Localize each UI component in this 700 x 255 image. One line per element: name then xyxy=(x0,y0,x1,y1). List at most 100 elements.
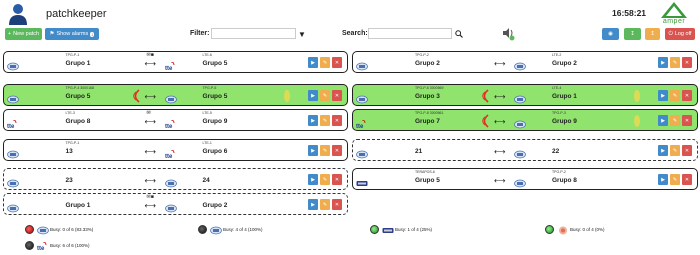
edit-button[interactable]: ✎ xyxy=(670,57,680,68)
delete-button[interactable]: ✕ xyxy=(682,145,692,156)
app-title: patchkeeper xyxy=(46,8,107,20)
plus-icon: + xyxy=(7,31,12,37)
play-button[interactable]: ▶ xyxy=(308,57,318,68)
trash-icon: ✕ xyxy=(334,147,340,154)
play-button[interactable]: ▶ xyxy=(658,174,668,185)
edit-button[interactable]: ✎ xyxy=(320,145,330,156)
link-arrow-icon: ⟷ xyxy=(494,117,506,126)
play-button[interactable]: ▶ xyxy=(308,115,318,126)
edit-icon: ✎ xyxy=(322,147,328,154)
edit-button[interactable]: ✎ xyxy=(320,115,330,126)
edit-button[interactable]: ✎ xyxy=(320,57,330,68)
resource-b-name: Grupo 1 xyxy=(552,93,577,100)
patch-card[interactable]: TPG-P-1 13 ⟷ tte LTE-1 Grupo 6 ▶ ✎ ✕ xyxy=(3,139,348,161)
play-button[interactable]: ▶ xyxy=(658,145,668,156)
tte-resource-icon: tte xyxy=(356,116,368,130)
play-button[interactable]: ▶ xyxy=(658,90,668,101)
link-arrow-icon: ⟷ xyxy=(494,176,506,185)
patch-card[interactable]: TPG-P-2 Grupo 2 ⟷ LTE-2 Grupo 2 ▶ ✎ ✕ xyxy=(352,51,698,73)
download-icon: ↧ xyxy=(630,31,635,37)
funnel-icon[interactable]: ▼ xyxy=(298,30,306,39)
show-alarms-button[interactable]: ⚑ Show alarms 1 xyxy=(45,28,99,40)
new-patch-button[interactable]: + New patch xyxy=(5,28,42,40)
activity-glow-icon xyxy=(634,90,640,102)
svg-text:tte: tte xyxy=(165,154,173,159)
edit-icon: ✎ xyxy=(672,176,678,183)
delete-button[interactable]: ✕ xyxy=(682,115,692,126)
resource-b-name: Grupo 2 xyxy=(202,202,228,209)
legend-busy-text: Busy: 0 of 6 (83.33%) xyxy=(50,227,94,232)
trash-icon: ✕ xyxy=(334,176,340,183)
edit-button[interactable]: ✎ xyxy=(320,199,330,210)
brand-logo: amper xyxy=(654,1,700,27)
status-led-icon xyxy=(370,225,379,234)
resource-b-id: LTE-6 xyxy=(202,53,212,57)
search-icon[interactable] xyxy=(455,30,463,38)
edit-button[interactable]: ✎ xyxy=(670,145,680,156)
patch-card[interactable]: TERAPOS-6 Grupo 5 ⟷ TPG-P-2 Grupo 8 ▶ ✎ ✕ xyxy=(352,168,698,190)
legend-item: Busy: 1 of 4 (25%) xyxy=(370,225,432,234)
radio-resource-icon xyxy=(514,146,526,159)
trash-icon: ✕ xyxy=(334,201,340,208)
delete-button[interactable]: ✕ xyxy=(332,145,342,156)
ringing-icon xyxy=(482,89,489,103)
patch-actions: ▶ ✎ ✕ xyxy=(658,115,692,126)
legend-busy-text: Busy: 0 of 4 (0%) xyxy=(570,227,605,232)
delete-button[interactable]: ✕ xyxy=(682,90,692,101)
patch-card[interactable]: tte LTE-3 Grupo 8 ⟷ ✉ tte LTE-5 Grupo 9 ▶ ✎ ✕ xyxy=(3,109,348,131)
resource-a-name: Grupo 8 xyxy=(65,118,91,125)
patch-card[interactable]: Grupo 1 ⟷ ✉■ Grupo 2 ▶ ✎ ✕ xyxy=(3,193,348,215)
edit-button[interactable]: ✎ xyxy=(320,90,330,101)
link-arrow-icon: ⟷ xyxy=(494,92,506,101)
radio-resource-icon xyxy=(356,58,368,71)
radio-resource-icon xyxy=(164,175,177,188)
edit-button[interactable]: ✎ xyxy=(320,174,330,185)
delete-button[interactable]: ✕ xyxy=(332,57,342,68)
play-icon: ▶ xyxy=(311,92,315,99)
link-arrow-icon: ⟷ xyxy=(144,117,156,126)
legend-busy-text: Busy: 4 of 4 (100%) xyxy=(223,227,263,232)
view-button[interactable]: ◉ xyxy=(602,28,619,40)
filter-input[interactable] xyxy=(211,28,296,39)
edit-button[interactable]: ✎ xyxy=(670,115,680,126)
delete-button[interactable]: ✕ xyxy=(682,57,692,68)
play-button[interactable]: ▶ xyxy=(308,145,318,156)
resource-b-name: Grupo 9 xyxy=(202,118,228,125)
resource-b-name: Grupo 9 xyxy=(552,118,577,125)
play-icon: ▶ xyxy=(311,59,315,66)
legend-busy-text: Busy: 1 of 4 (25%) xyxy=(395,227,433,232)
play-button[interactable]: ▶ xyxy=(308,174,318,185)
play-button[interactable]: ▶ xyxy=(308,199,318,210)
download-button[interactable]: ↧ xyxy=(624,28,641,40)
patch-card[interactable]: 23 ⟷ 24 ▶ ✎ ✕ xyxy=(3,168,348,190)
patch-card[interactable]: tte TPG-P-8 3000561 Grupo 7 ⟷ TPG-P-3 Grupo 9… xyxy=(352,109,698,131)
user-avatar-icon[interactable] xyxy=(8,3,28,25)
edit-button[interactable]: ✎ xyxy=(670,90,680,101)
radio-resource-icon xyxy=(7,175,19,188)
patch-card[interactable]: TPG-P-1 Grupo 1 ⟷ ✉■ tte LTE-6 Grupo 5 ▶ ✎ ✕ xyxy=(3,51,348,73)
search-input[interactable] xyxy=(368,28,452,39)
play-button[interactable]: ▶ xyxy=(308,90,318,101)
patch-card[interactable]: TPG-P-4 3000168 Grupo 5 ⟷ TPG-P-5 Grupo 5 ▶ … xyxy=(3,84,348,106)
patch-card[interactable]: 21 ⟷ 22 ▶ ✎ ✕ xyxy=(352,139,698,161)
radio-resource-icon xyxy=(164,200,177,213)
resource-a-name: 13 xyxy=(65,148,73,155)
delete-button[interactable]: ✕ xyxy=(332,199,342,210)
delete-button[interactable]: ✕ xyxy=(332,174,342,185)
patch-actions: ▶ ✎ ✕ xyxy=(308,90,342,101)
speaker-volume-icon[interactable] xyxy=(500,25,516,41)
legend-item: Busy: 0 of 4 (0%) xyxy=(545,225,605,235)
play-button[interactable]: ▶ xyxy=(658,115,668,126)
upload-button[interactable]: ↥ xyxy=(645,28,660,40)
play-button[interactable]: ▶ xyxy=(658,57,668,68)
edit-icon: ✎ xyxy=(322,59,328,66)
patch-actions: ▶ ✎ ✕ xyxy=(308,199,342,210)
delete-button[interactable]: ✕ xyxy=(682,174,692,185)
patch-card[interactable]: TPG-P-6 3000569 Grupo 3 ⟷ LTE-4 Grupo 1 ▶ ✎ … xyxy=(352,84,698,106)
trash-icon: ✕ xyxy=(334,59,340,66)
delete-button[interactable]: ✕ xyxy=(332,115,342,126)
delete-button[interactable]: ✕ xyxy=(332,90,342,101)
edit-button[interactable]: ✎ xyxy=(670,174,680,185)
trash-icon: ✕ xyxy=(684,176,690,183)
logoff-button[interactable]: ⏻ Log off xyxy=(665,28,695,40)
